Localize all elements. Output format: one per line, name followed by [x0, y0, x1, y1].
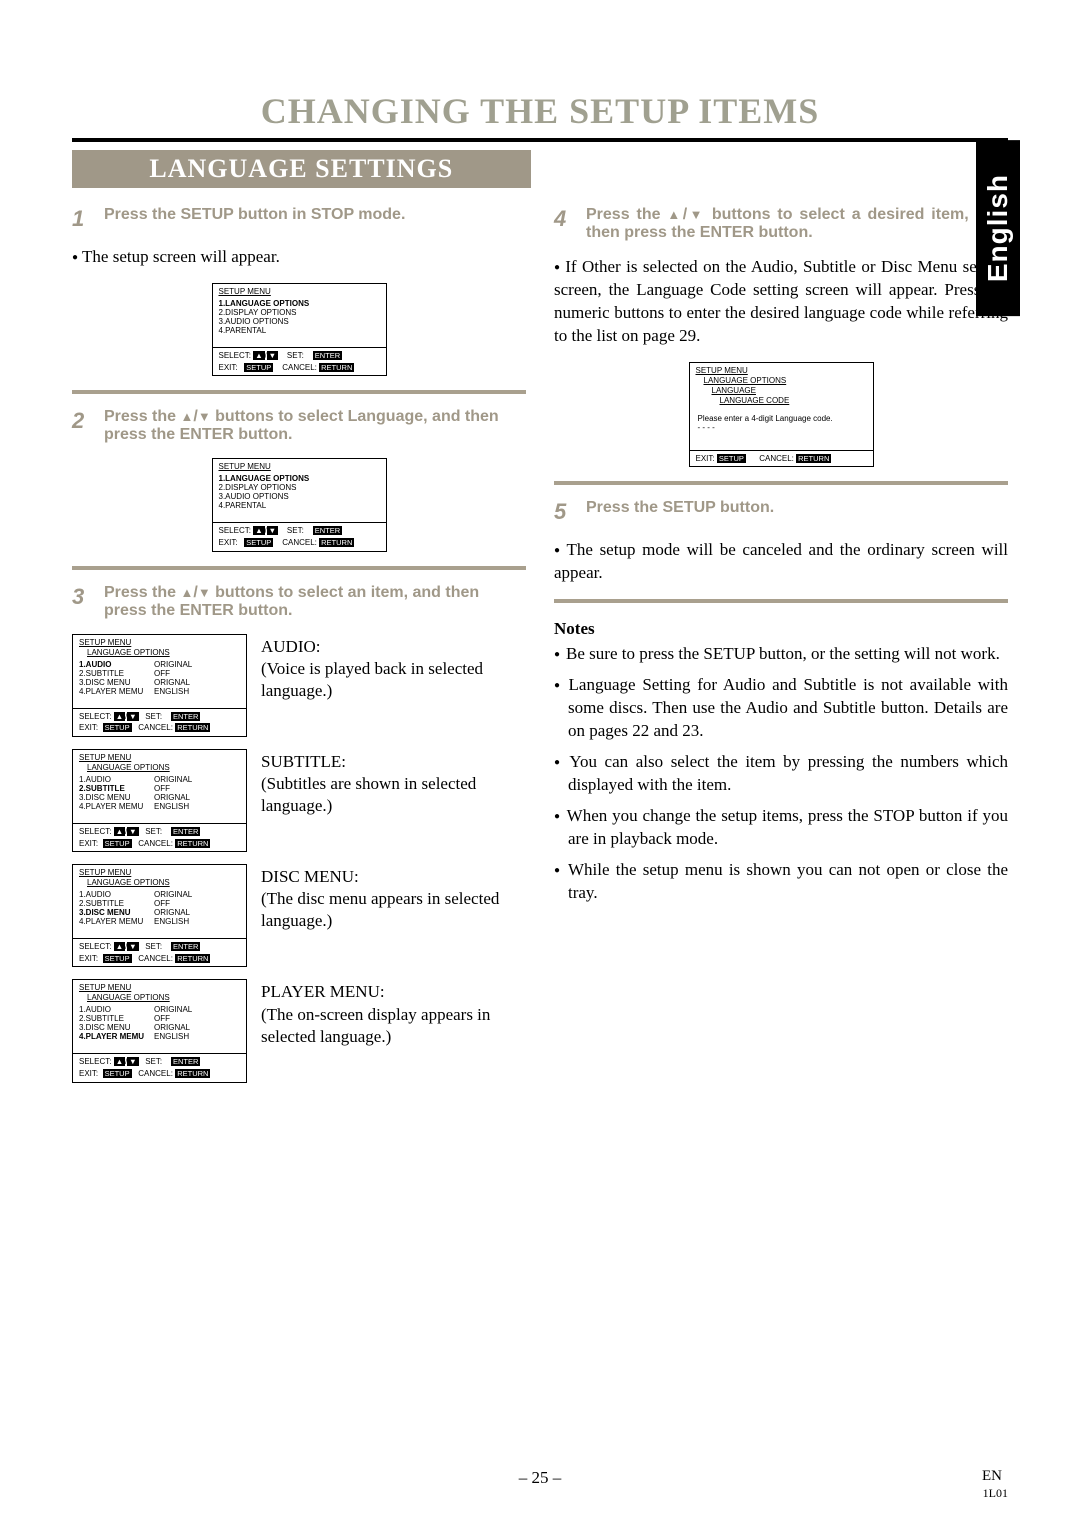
triangle-down-icon: ▼: [198, 409, 211, 424]
step-2: 2 Press the ▲/▼ buttons to select Langua…: [72, 408, 526, 444]
step-text: Press the ▲/▼ buttons to select a desire…: [586, 206, 1004, 242]
notes-list: Be sure to press the SETUP button, or th…: [554, 643, 1008, 904]
step-text: Press the ▲/▼ buttons to select Language…: [104, 408, 522, 444]
page-footer: – 25 – EN 1L01: [0, 1468, 1080, 1488]
osd-language-options: SETUP MENU LANGUAGE OPTIONS 1.AUDIOORIGI…: [72, 634, 247, 737]
step-5-note: ●The setup mode will be canceled and the…: [554, 539, 1008, 585]
divider: [554, 481, 1008, 485]
triangle-up-icon: ▲: [180, 409, 193, 424]
step-number: 4: [554, 206, 582, 232]
note-item: While the setup menu is shown you can no…: [554, 859, 1008, 905]
footer-lang: EN: [982, 1468, 1002, 1485]
step-4: 4 Press the ▲/▼ buttons to select a desi…: [554, 206, 1008, 242]
note-item: You can also select the item by pressing…: [554, 751, 1008, 797]
osd-language-options: SETUP MENU LANGUAGE OPTIONS 1.AUDIOORIGI…: [72, 864, 247, 967]
language-tab: English: [976, 140, 1020, 316]
section-banner: LANGUAGE SETTINGS: [72, 150, 531, 188]
osd-setup-menu: SETUP MENU 1.LANGUAGE OPTIONS 2.DISPLAY …: [212, 283, 387, 376]
step-text: Press the ▲/▼ buttons to select an item,…: [104, 584, 522, 620]
option-desc: PLAYER MENU: (The on-screen display appe…: [261, 979, 526, 1082]
step-number: 5: [554, 499, 582, 525]
step-text: Press the SETUP button.: [586, 499, 1004, 517]
footer-code: 1L01: [983, 1486, 1008, 1501]
step-number: 1: [72, 206, 100, 232]
note-item: Language Setting for Audio and Subtitle …: [554, 674, 1008, 743]
note-item: When you change the setup items, press t…: [554, 805, 1008, 851]
step-number: 3: [72, 584, 100, 610]
divider: [72, 566, 526, 570]
osd-language-code: SETUP MENU LANGUAGE OPTIONS LANGUAGE LAN…: [689, 362, 874, 468]
step-1-note: ●The setup screen will appear.: [72, 246, 526, 269]
triangle-down-icon: ▼: [687, 207, 705, 222]
notes-heading: Notes: [554, 619, 1008, 639]
option-desc: AUDIO: (Voice is played back in selected…: [261, 634, 526, 737]
option-desc: SUBTITLE: (Subtitles are shown in select…: [261, 749, 526, 852]
osd-language-options: SETUP MENU LANGUAGE OPTIONS 1.AUDIOORIGI…: [72, 749, 247, 852]
option-player-menu: SETUP MENU LANGUAGE OPTIONS 1.AUDIOORIGI…: [72, 979, 526, 1082]
triangle-up-icon: ▲: [180, 585, 193, 600]
divider: [554, 599, 1008, 603]
divider: [72, 390, 526, 394]
option-audio: SETUP MENU LANGUAGE OPTIONS 1.AUDIOORIGI…: [72, 634, 526, 737]
osd-setup-menu: SETUP MENU 1.LANGUAGE OPTIONS 2.DISPLAY …: [212, 458, 387, 551]
option-desc: DISC MENU: (The disc menu appears in sel…: [261, 864, 526, 967]
step-1: 1 Press the SETUP button in STOP mode.: [72, 206, 526, 232]
step-text: Press the SETUP button in STOP mode.: [104, 206, 522, 224]
step-5: 5 Press the SETUP button.: [554, 499, 1008, 525]
option-disc-menu: SETUP MENU LANGUAGE OPTIONS 1.AUDIOORIGI…: [72, 864, 526, 967]
page-title: CHANGING THE SETUP ITEMS: [72, 90, 1008, 132]
option-subtitle: SETUP MENU LANGUAGE OPTIONS 1.AUDIOORIGI…: [72, 749, 526, 852]
triangle-down-icon: ▼: [198, 585, 211, 600]
step-number: 2: [72, 408, 100, 434]
triangle-up-icon: ▲: [667, 207, 682, 222]
page-number: – 25 –: [519, 1468, 562, 1487]
note-item: Be sure to press the SETUP button, or th…: [554, 643, 1008, 666]
title-rule: [72, 138, 1008, 142]
step-3: 3 Press the ▲/▼ buttons to select an ite…: [72, 584, 526, 620]
step-4-note: ●If Other is selected on the Audio, Subt…: [554, 256, 1008, 348]
osd-language-options: SETUP MENU LANGUAGE OPTIONS 1.AUDIOORIGI…: [72, 979, 247, 1082]
